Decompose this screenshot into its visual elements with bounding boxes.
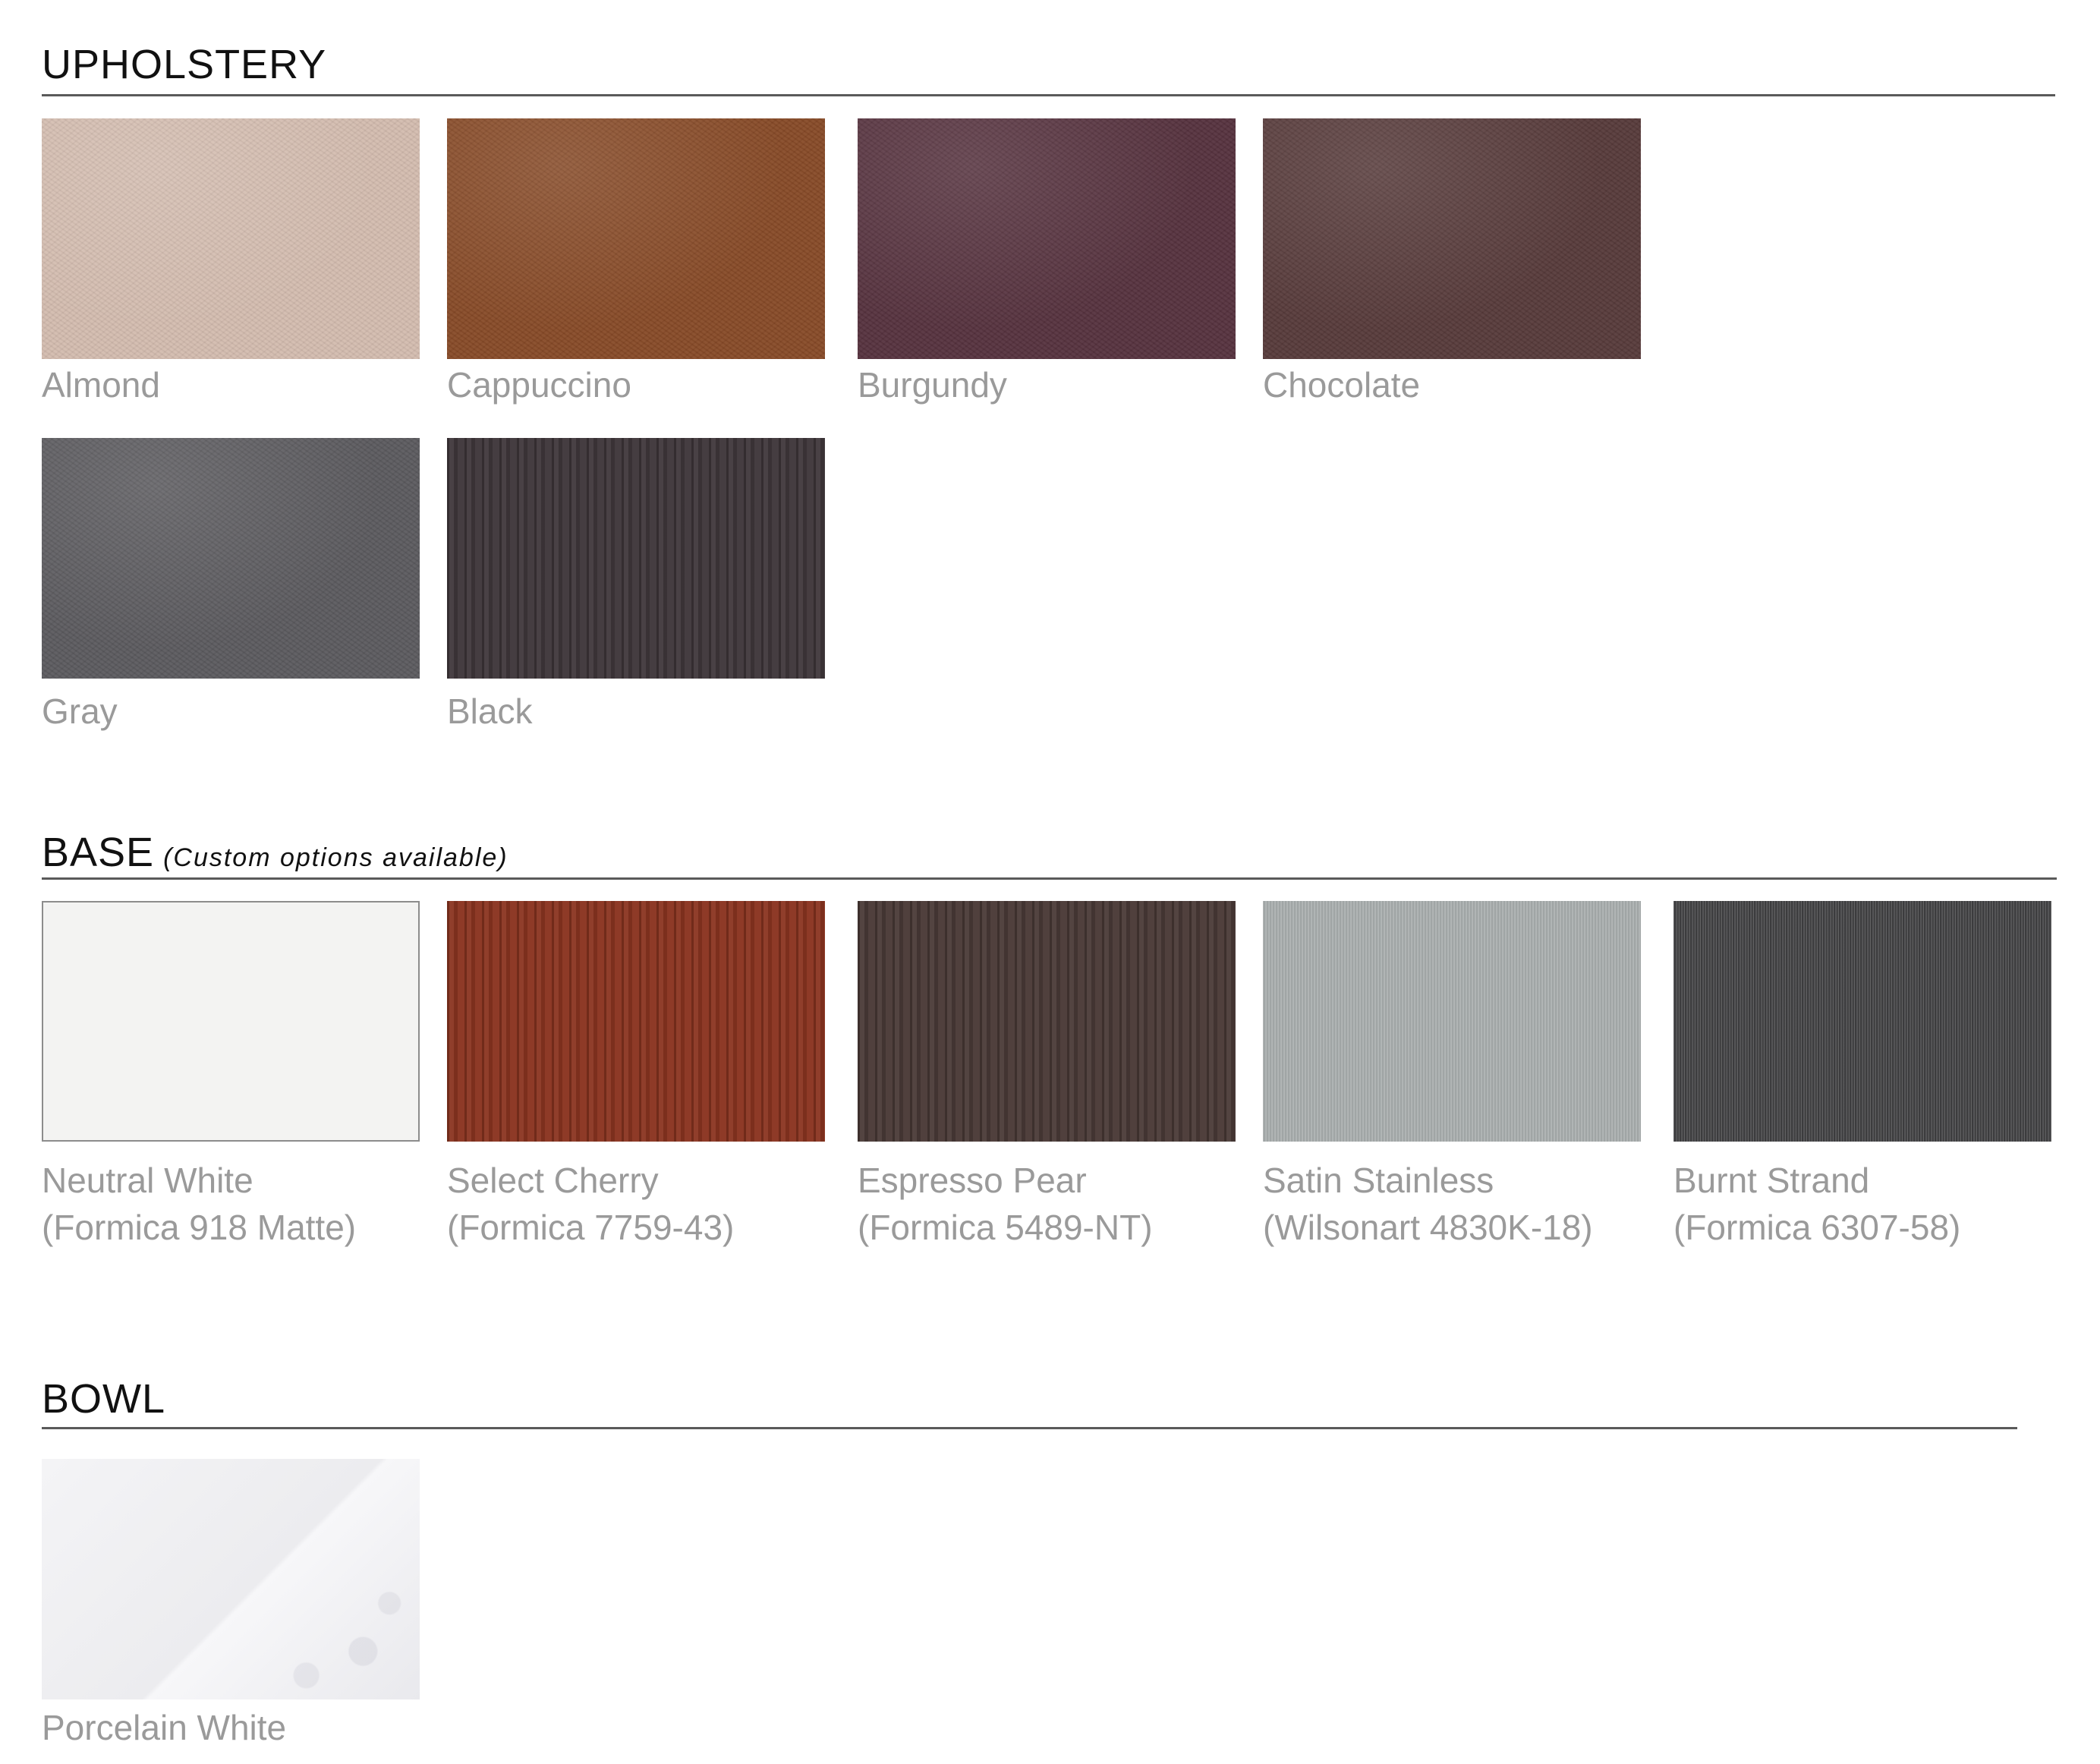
swatch-burgundy[interactable] [858, 118, 1236, 359]
swatch-name: Select Cherry [447, 1161, 659, 1200]
bowl-title: BOWL [42, 1376, 166, 1422]
swatch-label-burgundy: Burgundy [858, 365, 1007, 405]
swatch-code: (Formica 6307-58) [1673, 1208, 1961, 1247]
swatch-label-porcelain-white: Porcelain White [42, 1708, 287, 1747]
base-divider [42, 877, 2057, 880]
swatch-label-black: Black [447, 691, 533, 731]
section-heading-base: BASE (Custom options available) [42, 832, 508, 873]
swatch-label-almond: Almond [42, 365, 160, 405]
swatch-cappuccino[interactable] [447, 118, 825, 359]
swatch-name: Neutral White [42, 1161, 253, 1200]
swatch-code: (Formica 5489-NT) [858, 1208, 1153, 1247]
swatch-label-neutral-white: Neutral White (Formica 918 Matte) [42, 1157, 356, 1251]
swatch-porcelain-white[interactable] [42, 1459, 420, 1699]
base-title: BASE [42, 830, 155, 875]
swatch-gray[interactable] [42, 438, 420, 679]
swatch-name: Satin Stainless [1263, 1161, 1494, 1200]
swatch-black[interactable] [447, 438, 825, 679]
swatch-almond[interactable] [42, 118, 420, 359]
swatch-neutral-white[interactable] [42, 901, 420, 1142]
swatch-code: (Wilsonart 4830K-18) [1263, 1208, 1593, 1247]
swatch-label-chocolate: Chocolate [1263, 365, 1421, 405]
swatch-code: (Formica 918 Matte) [42, 1208, 357, 1247]
swatch-espresso-pear[interactable] [858, 901, 1236, 1142]
swatch-select-cherry[interactable] [447, 901, 825, 1142]
swatch-satin-stainless[interactable] [1263, 901, 1641, 1142]
base-subtitle: (Custom options available) [163, 843, 508, 872]
swatch-burnt-strand[interactable] [1673, 901, 2051, 1142]
bowl-divider [42, 1427, 2017, 1429]
swatch-label-espresso-pear: Espresso Pear (Formica 5489-NT) [858, 1157, 1153, 1251]
swatch-label-satin-stainless: Satin Stainless (Wilsonart 4830K-18) [1263, 1157, 1593, 1251]
upholstery-title: UPHOLSTERY [42, 42, 327, 87]
swatch-label-cappuccino: Cappuccino [447, 365, 631, 405]
swatch-chocolate[interactable] [1263, 118, 1641, 359]
swatch-label-select-cherry: Select Cherry (Formica 7759-43) [447, 1157, 734, 1251]
swatch-label-gray: Gray [42, 691, 118, 731]
section-heading-upholstery: UPHOLSTERY [42, 44, 326, 85]
swatch-code: (Formica 7759-43) [447, 1208, 735, 1247]
section-heading-bowl: BOWL [42, 1378, 165, 1419]
swatch-name: Espresso Pear [858, 1161, 1087, 1200]
swatch-name: Burnt Strand [1673, 1161, 1870, 1200]
swatch-label-burnt-strand: Burnt Strand (Formica 6307-58) [1673, 1157, 1960, 1251]
upholstery-divider [42, 94, 2055, 96]
